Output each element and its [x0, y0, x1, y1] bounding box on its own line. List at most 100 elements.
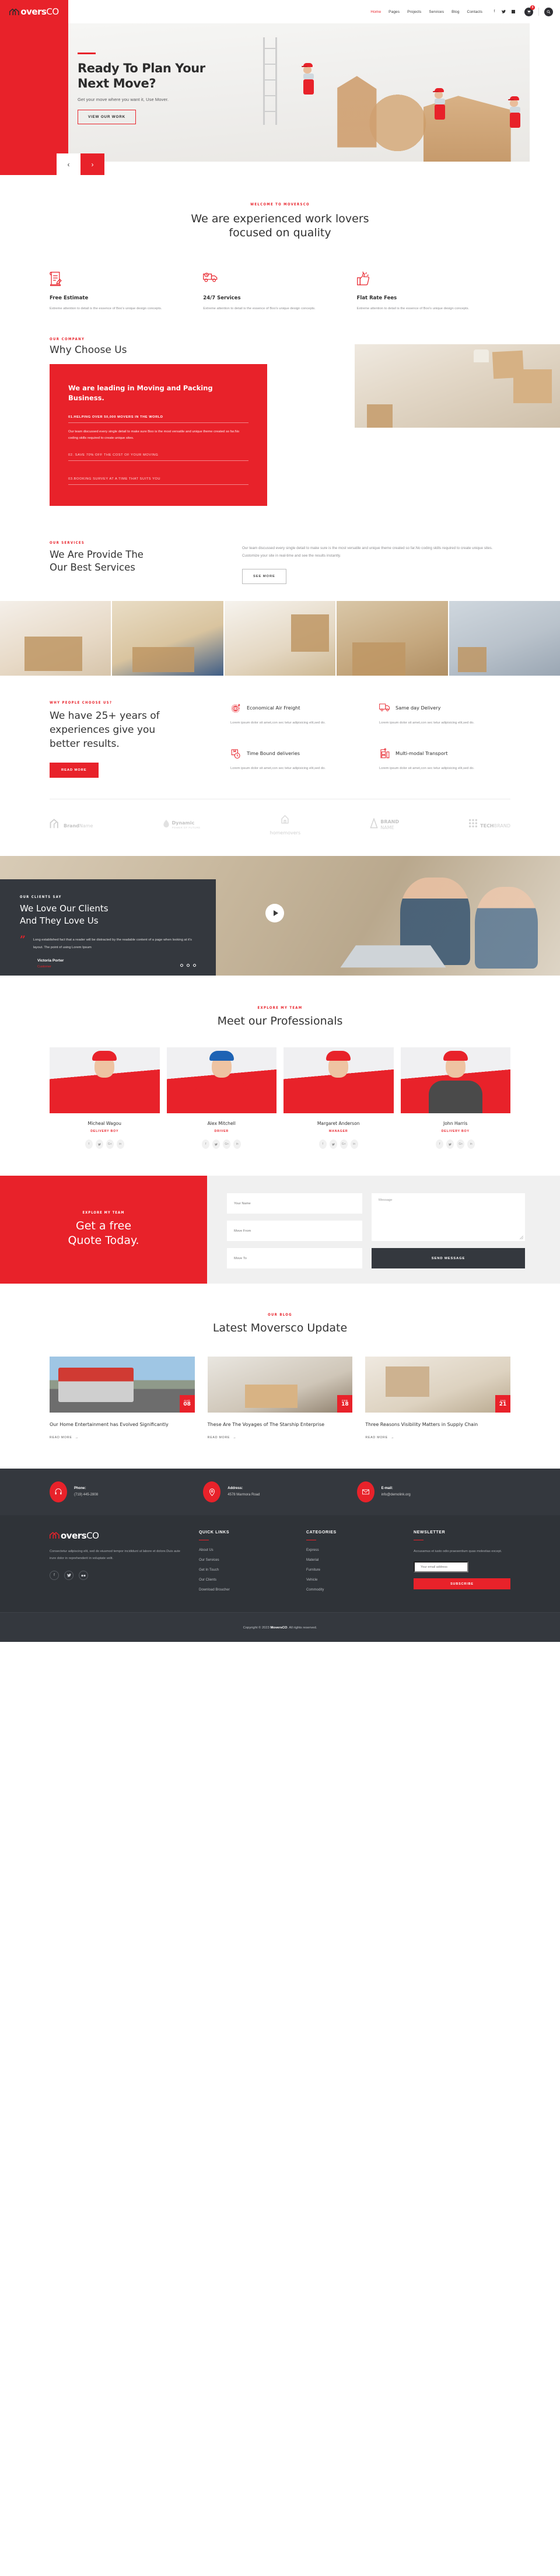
contact-phone[interactable]: Phone: (719) 445-2808	[50, 1481, 203, 1502]
brand-logo-brand-name[interactable]: BRAND NAME	[370, 817, 399, 831]
contact-address[interactable]: Address: 4578 Marmora Road	[203, 1481, 356, 1502]
why-people-read-more-button[interactable]: READ MORE	[50, 762, 99, 778]
blog-post-read-more[interactable]: READ MORE →	[50, 1436, 195, 1439]
newsletter-subscribe-button[interactable]: SUBSCRIBE	[414, 1578, 510, 1590]
footer-logo[interactable]: overs CO	[50, 1530, 185, 1541]
footer-link-express[interactable]: Express	[306, 1549, 400, 1552]
move-to-input[interactable]	[227, 1248, 362, 1269]
twitter-icon[interactable]	[212, 1140, 220, 1149]
nav-item-services[interactable]: Services	[429, 10, 444, 14]
footer-link-our-services[interactable]: Our Services	[199, 1558, 292, 1562]
blog-post-read-more[interactable]: READ MORE →	[365, 1436, 510, 1439]
linkedin-icon[interactable]: in	[350, 1140, 358, 1149]
googleplus-icon[interactable]: G+	[106, 1140, 114, 1149]
newsletter-email-input[interactable]	[414, 1561, 468, 1573]
team-member-card[interactable]: Alex Mitchell DRIVER f G+ in	[166, 1047, 276, 1149]
brand-logo-brandname[interactable]: BrandName	[50, 819, 93, 831]
gallery-image-couple-sitting[interactable]	[224, 600, 336, 676]
facebook-icon[interactable]: f	[202, 1140, 210, 1149]
contact-email[interactable]: E-mail: info@demolink.org	[356, 1481, 510, 1502]
blog-post-card[interactable]: AUG 08 Our Home Entertainment has Evolve…	[50, 1356, 195, 1439]
team-member-card[interactable]: John Harris DELIVERY BOY f G+ in	[400, 1047, 510, 1149]
logo[interactable]: overs CO	[9, 6, 59, 17]
accordion-title[interactable]: 03.BOOKING SURVEY AT A TIME THAT SUITS Y…	[68, 477, 249, 485]
send-message-button[interactable]: SEND MESSAGE	[372, 1248, 525, 1269]
cart-button[interactable]: 0	[524, 5, 535, 16]
facebook-icon[interactable]: f	[492, 10, 496, 14]
googleplus-icon[interactable]: G+	[457, 1140, 465, 1149]
feature-card[interactable]: Flat Rate Fees Extreme attention to deta…	[357, 271, 510, 313]
why-people-item[interactable]: Same day Delivery Lorem ipsum dolor sit …	[379, 702, 510, 732]
services-see-more-button[interactable]: SEE MORE	[242, 568, 286, 584]
blog-post-title[interactable]: These Are The Voyages of The Starship En…	[208, 1421, 353, 1428]
search-button[interactable]	[544, 7, 553, 16]
twitter-icon[interactable]	[329, 1140, 337, 1149]
brand-logo-dynamic[interactable]: Dynamic POWER OF FUTURE	[163, 819, 201, 831]
footer-link-about-us[interactable]: About Us	[199, 1549, 292, 1552]
brand-logo-techbrand[interactable]: TECHBRAND	[468, 819, 510, 831]
accordion-title[interactable]: 01.HELPING OVER 50,000 MOVERS IN THE WOR…	[68, 415, 249, 423]
twitter-icon[interactable]	[446, 1140, 454, 1149]
blog-post-card[interactable]: FEB 18 These Are The Voyages of The Star…	[207, 1356, 353, 1439]
header-logo-block[interactable]: overs CO	[0, 0, 68, 23]
slider-prev-button[interactable]: ‹	[57, 153, 80, 175]
googleplus-icon[interactable]: G+	[340, 1140, 348, 1149]
flickr-icon[interactable]	[511, 10, 515, 14]
footer-link-furniture[interactable]: Furniture	[306, 1568, 400, 1572]
slider-next-button[interactable]: ›	[80, 153, 104, 175]
nav-item-contacts[interactable]: Contacts	[467, 10, 482, 14]
play-video-button[interactable]	[265, 903, 284, 922]
gallery-image-couple-packing[interactable]	[0, 600, 111, 676]
nav-item-blog[interactable]: Blog	[452, 10, 459, 14]
nav-item-home[interactable]: Home	[370, 10, 381, 14]
footer-link-material[interactable]: Material	[306, 1558, 400, 1562]
facebook-icon[interactable]: f	[85, 1140, 93, 1149]
pagination-dot[interactable]	[187, 964, 190, 967]
pagination-dot[interactable]	[193, 964, 196, 967]
team-member-card[interactable]: Micheal Wagou DELIVERY BOY f G+ in	[50, 1047, 160, 1149]
blog-post-card[interactable]: JAN 21 Three Reasons Visibility Matters …	[365, 1356, 511, 1439]
blog-post-title[interactable]: Three Reasons Visibility Matters in Supp…	[365, 1421, 510, 1428]
why-people-item[interactable]: Time Bound deliveries Lorem ipsum dolor …	[230, 748, 362, 778]
message-textarea[interactable]: Message	[372, 1193, 525, 1242]
twitter-icon[interactable]	[64, 1571, 74, 1581]
footer-link-vehicle[interactable]: Vehicle	[306, 1578, 400, 1582]
nav-item-projects[interactable]: Projects	[407, 10, 421, 14]
footer-link-download-broucher[interactable]: Download Broucher	[199, 1588, 292, 1592]
your-name-input[interactable]	[227, 1193, 362, 1214]
accordion-item[interactable]: 03.BOOKING SURVEY AT A TIME THAT SUITS Y…	[68, 477, 249, 485]
accordion-item[interactable]: 01.HELPING OVER 50,000 MOVERS IN THE WOR…	[68, 415, 249, 450]
twitter-icon[interactable]	[502, 10, 506, 14]
hero-cta-button[interactable]: VIEW OUR WORK	[78, 110, 136, 125]
gallery-image-truck-loading[interactable]	[449, 600, 560, 676]
blog-post-read-more[interactable]: READ MORE →	[208, 1436, 353, 1439]
pagination-dot[interactable]	[180, 964, 183, 967]
accordion-title[interactable]: 02. SAVE 70% OFF THE COST OF YOUR MOVING	[68, 453, 249, 462]
facebook-icon[interactable]: f	[318, 1140, 327, 1149]
linkedin-icon[interactable]: in	[116, 1140, 124, 1149]
accordion-item[interactable]: 02. SAVE 70% OFF THE COST OF YOUR MOVING	[68, 453, 249, 474]
brand-logo-homemovers[interactable]: homemovers	[270, 814, 300, 836]
blog-post-title[interactable]: Our Home Entertainment has Evolved Signi…	[50, 1421, 195, 1428]
why-people-item[interactable]: Economical Air Freight Lorem ipsum dolor…	[230, 702, 362, 732]
facebook-icon[interactable]: f	[436, 1140, 444, 1149]
move-from-input[interactable]	[227, 1221, 362, 1242]
why-people-item[interactable]: Multi-modal Transport Lorem ipsum dolor …	[379, 748, 510, 778]
footer-link-our-clients[interactable]: Our Clients	[199, 1578, 292, 1582]
why-people-items: Economical Air Freight Lorem ipsum dolor…	[230, 701, 510, 778]
feature-card[interactable]: 24/7 Services Extreme attention to detai…	[203, 271, 356, 313]
gallery-image-delivery-signature[interactable]	[337, 600, 448, 676]
nav-item-pages[interactable]: Pages	[388, 10, 400, 14]
facebook-icon[interactable]: f	[50, 1571, 59, 1581]
googleplus-icon[interactable]: G+	[223, 1140, 231, 1149]
footer-link-commodity[interactable]: Commodity	[306, 1588, 400, 1592]
linkedin-icon[interactable]: in	[467, 1140, 475, 1149]
flickr-icon[interactable]	[79, 1571, 88, 1581]
linkedin-icon[interactable]: in	[233, 1140, 242, 1149]
gallery-image-workers-taping[interactable]	[112, 600, 223, 676]
team-member-card[interactable]: Margaret Anderson MANAGER f G+ in	[284, 1047, 394, 1149]
twitter-icon[interactable]	[95, 1140, 103, 1149]
footer-link-get-in-touch[interactable]: Get In Touch	[199, 1568, 292, 1572]
feature-card[interactable]: Free Estimate Extreme attention to detai…	[50, 271, 203, 313]
why-people-eyebrow: WHY PEOPLE CHOOSE US?	[50, 700, 113, 705]
